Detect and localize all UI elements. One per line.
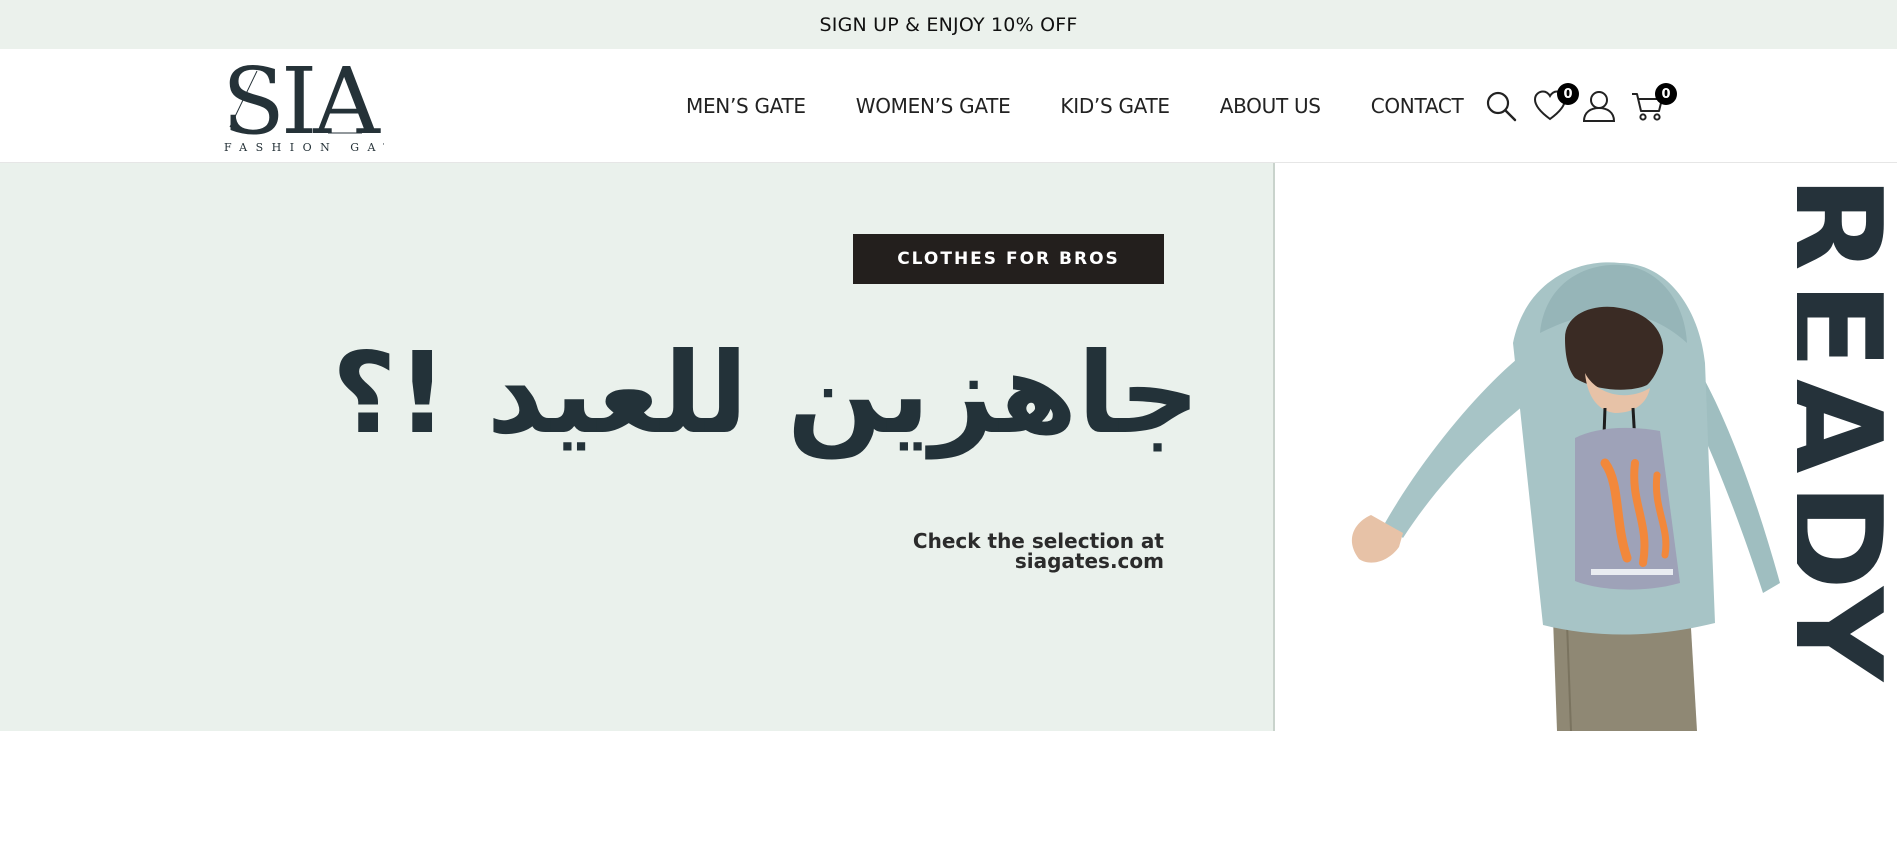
promo-pill: CLOTHES FOR BROS bbox=[853, 234, 1164, 284]
hero-headline: جاهزين للعيد !؟ bbox=[331, 329, 1200, 459]
nav-contact[interactable]: CONTACT bbox=[1371, 94, 1464, 118]
hero-subline: Check the selection at siagates.com bbox=[853, 531, 1164, 571]
hero-subline-line-2: siagates.com bbox=[1014, 549, 1164, 573]
search-button[interactable] bbox=[1484, 89, 1518, 123]
main-nav: MEN’S GATE WOMEN’S GATE KID’S GATE ABOUT… bbox=[686, 49, 1464, 163]
nav-mens-gate[interactable]: MEN’S GATE bbox=[686, 94, 806, 118]
nav-womens-gate[interactable]: WOMEN’S GATE bbox=[856, 94, 1011, 118]
announcement-bar: SIGN UP & ENJOY 10% OFF bbox=[0, 0, 1897, 49]
svg-text:FASHION GATE: FASHION GATE bbox=[224, 141, 384, 154]
announcement-text: SIGN UP & ENJOY 10% OFF bbox=[819, 13, 1078, 36]
account-button[interactable] bbox=[1582, 89, 1616, 123]
hero-side-word: READY bbox=[1797, 183, 1897, 688]
cart-button[interactable]: 0 bbox=[1631, 83, 1677, 123]
wishlist-button[interactable]: 0 bbox=[1533, 83, 1579, 123]
hero-banner[interactable]: CLOTHES FOR BROS جاهزين للعيد !؟ Check t… bbox=[0, 163, 1897, 731]
cart-count-badge: 0 bbox=[1655, 83, 1677, 105]
nav-about-us[interactable]: ABOUT US bbox=[1220, 94, 1321, 118]
user-icon bbox=[1582, 91, 1616, 122]
nav-kids-gate[interactable]: KID’S GATE bbox=[1060, 94, 1170, 118]
page-below-hero bbox=[0, 731, 1897, 859]
header-icons: 0 0 bbox=[1484, 49, 1677, 163]
search-icon bbox=[1486, 91, 1517, 122]
sia-logo[interactable]: SIA FASHION GATE bbox=[224, 59, 384, 155]
site-header: SIA FASHION GATE MEN’S GATE WOMEN’S GATE… bbox=[0, 49, 1897, 163]
wishlist-count-badge: 0 bbox=[1557, 83, 1579, 105]
hero-subline-line-1: Check the selection at bbox=[912, 529, 1164, 553]
